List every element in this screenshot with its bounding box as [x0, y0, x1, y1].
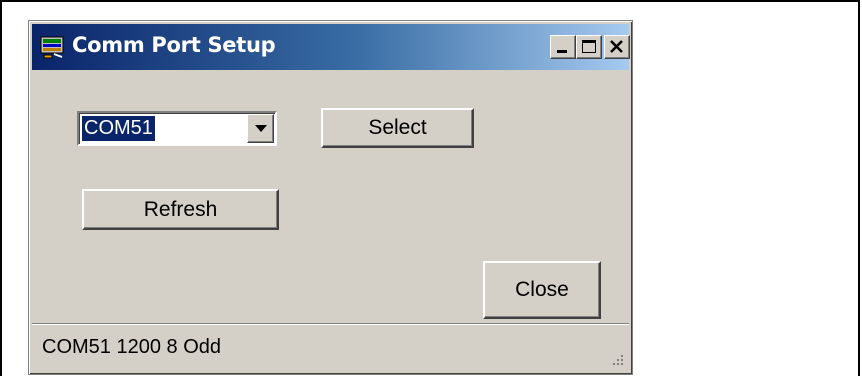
close-window-button[interactable]	[604, 35, 630, 59]
comm-port-app-icon	[40, 36, 64, 59]
resize-grip-icon[interactable]	[609, 352, 625, 368]
port-dropdown[interactable]: COM51	[77, 111, 277, 146]
status-bar: COM51 1200 8 Odd	[32, 323, 629, 372]
refresh-button[interactable]: Refresh	[82, 189, 279, 230]
status-text: COM51 1200 8 Odd	[42, 336, 221, 358]
window-title: Comm Port Setup	[72, 33, 276, 57]
close-icon	[610, 40, 623, 53]
title-bar[interactable]: Comm Port Setup	[32, 24, 630, 70]
port-dropdown-arrow-button[interactable]	[247, 114, 274, 143]
comm-port-setup-window: Comm Port Setup COM51 Select Refresh Clo…	[28, 20, 633, 375]
select-button[interactable]: Select	[321, 108, 474, 148]
close-button[interactable]: Close	[483, 261, 601, 319]
minimize-icon	[557, 50, 567, 53]
port-dropdown-value: COM51	[82, 116, 155, 141]
minimize-button[interactable]	[550, 35, 576, 59]
maximize-button[interactable]	[576, 35, 602, 59]
chevron-down-icon	[255, 125, 267, 132]
maximize-icon	[582, 40, 596, 53]
